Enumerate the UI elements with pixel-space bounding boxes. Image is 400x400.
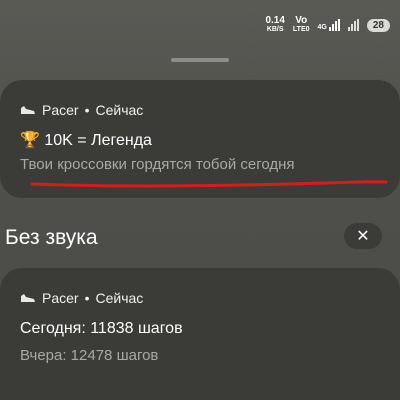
volte-bottom-label: LTE0 [292, 26, 310, 33]
network-speed-value: 0.14 [265, 15, 285, 26]
notification-1-title: 🏆 10K = Легенда [20, 132, 152, 149]
signal-icon [328, 19, 340, 31]
battery-level: 28 [366, 18, 390, 32]
notification-time: Сейчас [95, 102, 144, 118]
notification-1-header: Pacer • Сейчас [20, 102, 143, 118]
separator-dot: • [84, 290, 90, 306]
notification-2-title: Сегодня: 11838 шагов [20, 320, 183, 337]
notification-time: Сейчас [95, 290, 144, 306]
app-name: Pacer [42, 102, 79, 118]
volte-indicator: Vo LTE0 [293, 16, 310, 34]
close-icon: ✕ [356, 228, 370, 245]
shoe-icon [21, 106, 35, 114]
red-underline-annotation [30, 180, 388, 188]
notification-2-header: Pacer • Сейчас [20, 290, 143, 306]
status-bar: 0.14 KB/S Vo LTE0 4G 28 [265, 13, 390, 37]
shade-handle[interactable] [171, 58, 229, 62]
network-speed: 0.14 KB/S [265, 16, 284, 34]
signal-4g: 4G [318, 19, 340, 31]
signal-icon-2 [347, 19, 359, 31]
network-speed-unit: KB/S [266, 26, 284, 33]
notification-1-body: Твои кроссовки гордятся тобой сегодня [20, 156, 295, 173]
separator-dot: • [84, 102, 90, 118]
volte-top-label: Vo [295, 15, 308, 26]
app-name: Pacer [42, 290, 79, 306]
network-type-label: 4G [317, 24, 327, 31]
close-button[interactable]: ✕ [344, 223, 382, 249]
notification-2-body: Вчера: 12478 шагов [20, 347, 159, 364]
section-title-silent: Без звука [5, 226, 98, 249]
shoe-icon [21, 294, 35, 302]
